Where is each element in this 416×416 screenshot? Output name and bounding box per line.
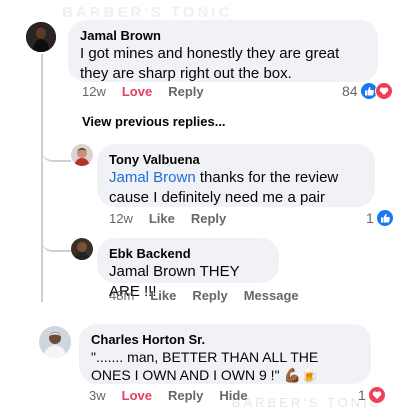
like-button[interactable]: Like (149, 211, 175, 226)
reply-button[interactable]: Reply (168, 388, 203, 403)
comment-text: I got mines and honestly they are great … (80, 45, 340, 82)
avatar[interactable] (26, 22, 56, 52)
comment-timestamp[interactable]: 12w (109, 211, 133, 226)
watermark-text: BARBER'S TONIC (62, 4, 233, 21)
like-button[interactable]: Like (150, 288, 176, 303)
thread-branch (41, 130, 71, 162)
reaction-count: 84 (342, 83, 358, 99)
comment-timestamp[interactable]: 3w (89, 388, 106, 403)
comment-actions: 48m Like Reply Message (109, 288, 299, 303)
reply-button[interactable]: Reply (191, 211, 226, 226)
comment-actions: 12w Love Reply (82, 84, 204, 99)
reaction-summary[interactable]: 1 (366, 209, 394, 227)
comment-author[interactable]: Tony Valbuena (109, 151, 363, 168)
reaction-count: 1 (366, 210, 374, 226)
comment-author[interactable]: Charles Horton Sr. (91, 331, 359, 348)
comment-bubble: Tony Valbuena Jamal Brown thanks for the… (97, 144, 375, 207)
comment-bubble: Charles Horton Sr. "....... man, BETTER … (79, 324, 371, 384)
comment-bubble: Ebk Backend Jamal Brown THEY ARE !!! (97, 238, 279, 300)
message-button[interactable]: Message (244, 288, 299, 303)
comment-bubble: Jamal Brown I got mines and honestly the… (68, 20, 378, 82)
love-button[interactable]: Love (122, 388, 152, 403)
comment-text: "....... man, BETTER THAN ALL THE ONES I… (91, 349, 319, 383)
love-icon (367, 386, 386, 404)
view-previous-replies-link[interactable]: View previous replies... (82, 114, 226, 129)
comment-author[interactable]: Jamal Brown (80, 27, 366, 44)
love-icon (374, 82, 393, 100)
thread-line (41, 54, 43, 302)
person-photo-icon (71, 144, 93, 166)
comment-timestamp[interactable]: 48m (109, 288, 134, 303)
person-photo-icon (26, 22, 56, 52)
emoji: 💪🏾🍺 (283, 367, 319, 383)
comment-author[interactable]: Ebk Backend (109, 245, 267, 262)
thread-branch (41, 236, 71, 252)
person-photo-icon (71, 238, 93, 260)
person-photo-icon (39, 326, 71, 358)
reaction-summary[interactable]: 84 (342, 82, 393, 100)
comment-actions: 12w Like Reply (109, 211, 226, 226)
like-icon (375, 209, 394, 227)
hide-button[interactable]: Hide (219, 388, 247, 403)
love-button[interactable]: Love (122, 84, 152, 99)
comment-actions: 3w Love Reply Hide (89, 388, 248, 403)
comment-text: Jamal Brown thanks for the review cause … (109, 169, 339, 206)
reply-button[interactable]: Reply (168, 84, 203, 99)
reaction-summary[interactable]: 1 (358, 386, 386, 404)
avatar[interactable] (71, 144, 93, 166)
reaction-count: 1 (358, 387, 366, 403)
user-mention[interactable]: Jamal Brown (109, 169, 196, 186)
comment-timestamp[interactable]: 12w (82, 84, 106, 99)
reply-button[interactable]: Reply (192, 288, 227, 303)
avatar[interactable] (39, 326, 71, 358)
avatar[interactable] (71, 238, 93, 260)
